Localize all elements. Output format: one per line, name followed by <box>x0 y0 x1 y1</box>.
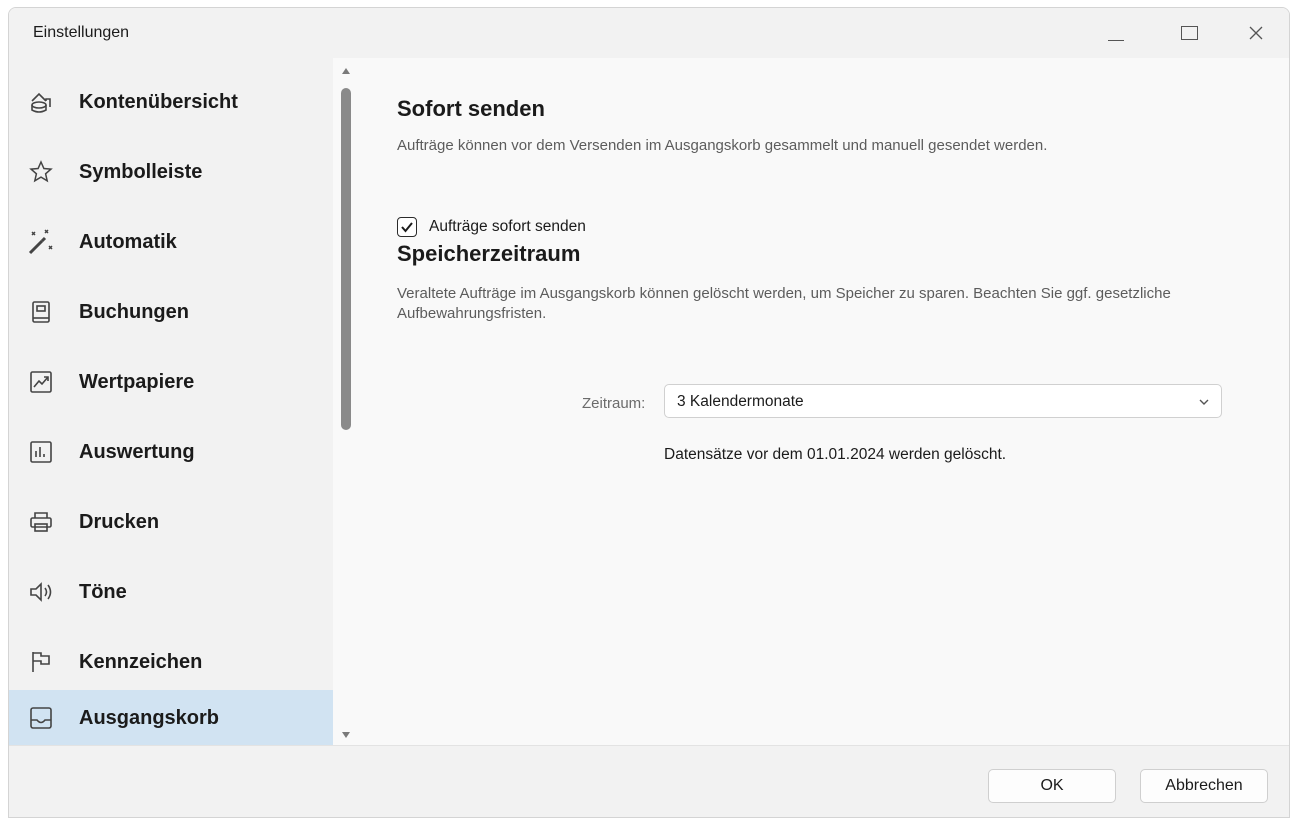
sidebar-item-label: Töne <box>79 580 127 603</box>
sidebar-item-label: Buchungen <box>79 300 189 323</box>
cancel-button[interactable]: Abbrechen <box>1140 769 1268 803</box>
minimize-icon <box>1108 26 1124 41</box>
printer-icon <box>27 508 55 536</box>
outbox-tray-icon <box>27 704 55 732</box>
sidebar-item-label: Kennzeichen <box>79 650 203 673</box>
title-bar: Einstellungen <box>9 8 1289 58</box>
sidebar-item-toene[interactable]: Töne <box>9 564 333 620</box>
sidebar-item-label: Drucken <box>79 510 160 533</box>
sidebar-item-buchungen[interactable]: Buchungen <box>9 284 333 340</box>
settings-content: Sofort senden Aufträge können vor dem Ve… <box>397 58 1277 745</box>
chevron-down-icon <box>1197 395 1211 409</box>
scroll-thumb[interactable] <box>341 88 351 430</box>
section-title-speicherzeitraum: Speicherzeitraum <box>397 241 581 266</box>
settings-window: Einstellungen Kontenübersicht Symbolleis… <box>8 7 1290 818</box>
section-description-speicherzeitraum: Veraltete Aufträge im Ausgangskorb könne… <box>397 285 1171 322</box>
sidebar-item-label: Ausgangskorb <box>79 706 220 729</box>
sidebar-item-symbolleiste[interactable]: Symbolleiste <box>9 144 333 200</box>
maximize-icon <box>1180 26 1198 40</box>
sidebar-item-drucken[interactable]: Drucken <box>9 494 333 550</box>
sidebar-item-label: Auswertung <box>79 440 195 463</box>
period-field-label: Zeitraum: <box>582 395 646 412</box>
maximize-button[interactable] <box>1166 8 1212 58</box>
sidebar-item-auswertung[interactable]: Auswertung <box>9 424 333 480</box>
minimize-button[interactable] <box>1093 8 1139 58</box>
sidebar-item-automatik[interactable]: Automatik <box>9 214 333 270</box>
close-icon <box>1248 25 1264 41</box>
sidebar-scrollbar[interactable] <box>337 58 357 745</box>
account-overview-icon <box>27 88 55 116</box>
section-title-sofort-senden: Sofort senden <box>397 96 545 121</box>
sidebar-item-label: Kontenübersicht <box>79 90 238 113</box>
send-immediately-checkbox-row[interactable]: Aufträge sofort senden <box>397 216 586 238</box>
send-immediately-label[interactable]: Aufträge sofort senden <box>429 218 586 236</box>
ok-button[interactable]: OK <box>988 769 1116 803</box>
magic-wand-icon <box>27 228 55 256</box>
scroll-up-arrow-icon[interactable] <box>342 68 350 74</box>
close-button[interactable] <box>1233 8 1279 58</box>
checkmark-icon <box>401 222 413 233</box>
sidebar-item-label: Symbolleiste <box>79 160 203 183</box>
send-immediately-checkbox[interactable] <box>397 217 417 237</box>
deletion-hint: Datensätze vor dem 01.01.2024 werden gel… <box>664 446 1007 463</box>
flag-icon <box>27 648 55 676</box>
sidebar-item-label: Wertpapiere <box>79 370 195 393</box>
sidebar-item-kontenuebersicht[interactable]: Kontenübersicht <box>9 74 333 130</box>
bar-chart-icon <box>27 438 55 466</box>
settings-sidebar: Kontenübersicht Symbolleiste Automatik B… <box>9 58 333 745</box>
sidebar-item-ausgangskorb[interactable]: Ausgangskorb <box>9 690 333 745</box>
book-icon <box>27 298 55 326</box>
scroll-down-arrow-icon[interactable] <box>342 732 350 738</box>
section-description-sofort-senden: Aufträge können vor dem Versenden im Aus… <box>397 137 1048 154</box>
period-select-value: 3 Kalendermonate <box>677 393 804 410</box>
sidebar-item-label: Automatik <box>79 230 177 253</box>
dialog-footer: OK Abbrechen <box>9 745 1289 817</box>
chart-trend-icon <box>27 368 55 396</box>
period-select[interactable]: 3 Kalendermonate <box>664 384 1222 418</box>
sidebar-item-wertpapiere[interactable]: Wertpapiere <box>9 354 333 410</box>
speaker-icon <box>27 578 55 606</box>
star-icon <box>27 158 55 186</box>
window-title: Einstellungen <box>33 24 130 41</box>
sidebar-item-kennzeichen[interactable]: Kennzeichen <box>9 634 333 690</box>
